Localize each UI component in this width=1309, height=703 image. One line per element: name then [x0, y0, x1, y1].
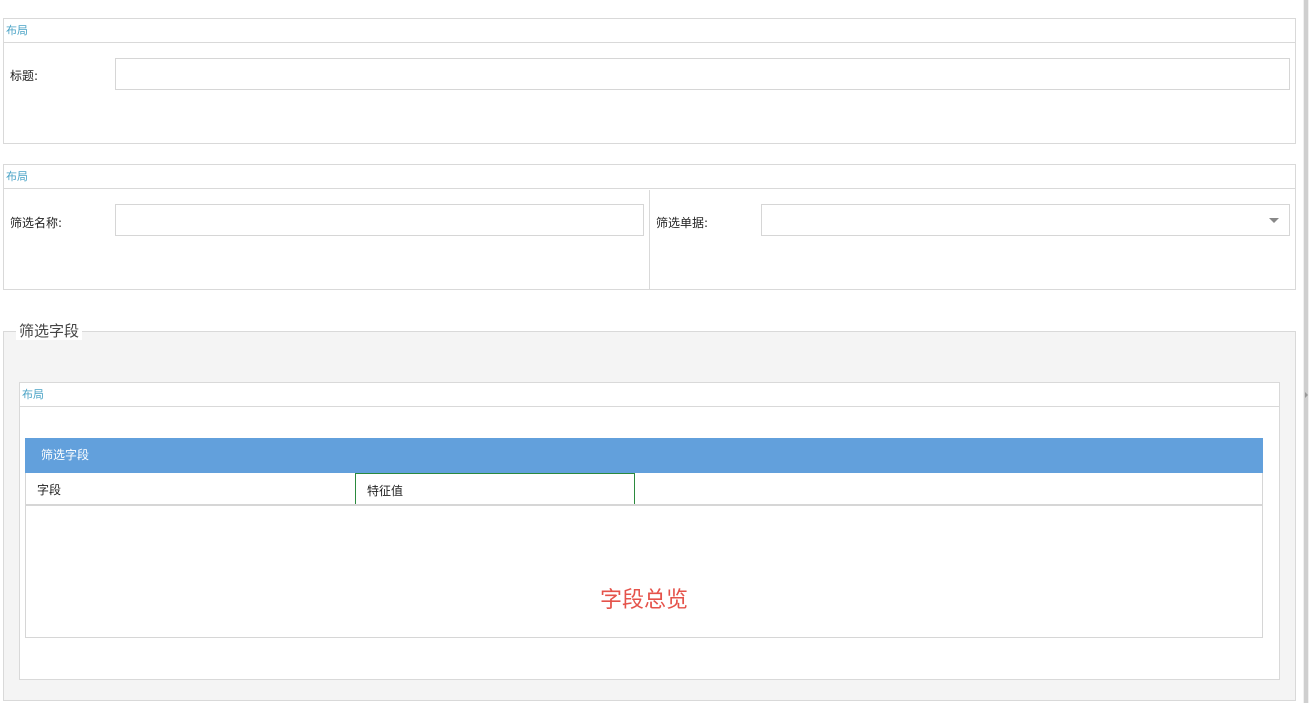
chevron-down-icon[interactable] — [1269, 218, 1279, 223]
filter-doc-select[interactable] — [761, 204, 1290, 236]
layout-panel-title: 布局 标题: — [3, 18, 1296, 144]
filter-doc-label: 筛选单据: — [656, 216, 709, 230]
layout-label: 布局 — [20, 383, 1279, 407]
fields-grid-columns: 字段 特征值 — [25, 473, 1263, 505]
page-scrollbar[interactable] — [1303, 0, 1309, 703]
chevron-right-icon — [1305, 392, 1308, 398]
column-divider — [649, 190, 650, 289]
fields-overview-placeholder: 字段总览 — [599, 588, 688, 613]
filter-fields-legend: 筛选字段 — [16, 322, 83, 340]
layout-label: 布局 — [4, 165, 1295, 189]
fields-grid-header: 筛选字段 — [25, 438, 1263, 473]
filter-name-input[interactable] — [115, 204, 644, 236]
scrollbar-thumb[interactable] — [1304, 0, 1308, 703]
layout-label: 布局 — [4, 19, 1295, 43]
column-header-field[interactable]: 字段 — [26, 473, 356, 504]
filter-name-label: 筛选名称: — [10, 216, 63, 230]
fields-grid-body: 字段总览 — [25, 505, 1263, 638]
layout-panel-filter: 布局 筛选名称: 筛选单据: — [3, 164, 1296, 290]
title-input[interactable] — [115, 58, 1290, 90]
column-header-feature-value[interactable]: 特征值 — [355, 473, 635, 504]
title-label: 标题: — [10, 69, 39, 83]
